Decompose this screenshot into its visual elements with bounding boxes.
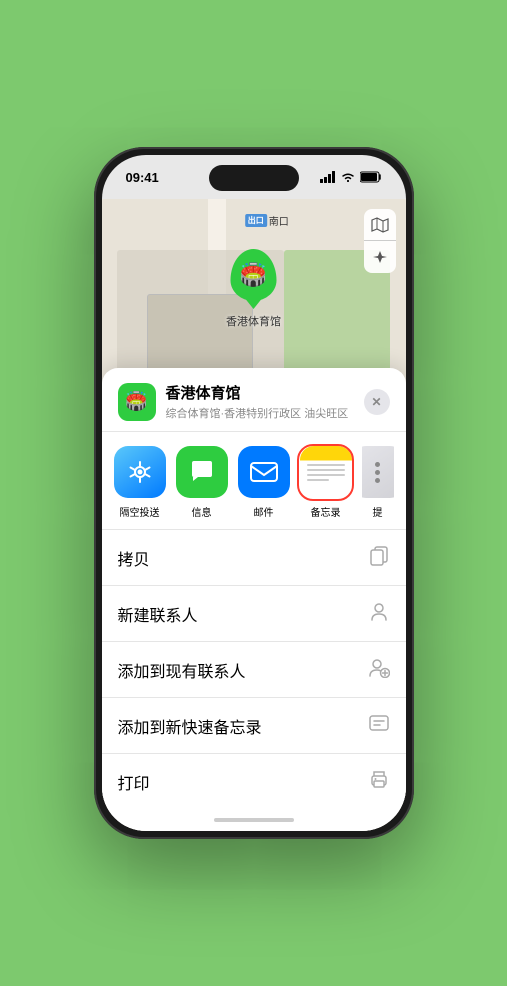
stadium-pin-icon: 🏟️ bbox=[240, 262, 267, 288]
share-messages[interactable]: 信息 bbox=[176, 446, 228, 519]
mail-icon bbox=[238, 446, 290, 498]
share-more[interactable]: 提 bbox=[362, 446, 394, 519]
action-add-existing[interactable]: 添加到现有联系人 bbox=[102, 642, 406, 698]
print-label: 打印 bbox=[118, 770, 150, 794]
venue-info: 香港体育馆 综合体育馆·香港特别行政区 油尖旺区 bbox=[166, 382, 364, 421]
battery-icon bbox=[360, 171, 382, 183]
home-bar bbox=[214, 818, 294, 822]
stadium-marker[interactable]: 🏟️ 香港体育馆 bbox=[226, 249, 281, 329]
action-add-note[interactable]: 添加到新快速备忘录 bbox=[102, 698, 406, 754]
add-note-svg bbox=[368, 712, 390, 734]
airdrop-icon bbox=[114, 446, 166, 498]
more-icon bbox=[362, 446, 394, 498]
copy-label: 拷贝 bbox=[118, 546, 150, 570]
notes-icon-wrap bbox=[300, 446, 352, 498]
map-type-button[interactable] bbox=[364, 209, 396, 241]
new-contact-label: 新建联系人 bbox=[118, 602, 198, 626]
status-icons bbox=[320, 171, 382, 183]
map-type-icon bbox=[371, 216, 389, 234]
messages-label: 信息 bbox=[192, 504, 212, 519]
action-new-contact[interactable]: 新建联系人 bbox=[102, 586, 406, 642]
map-location-label: 出口 南口 bbox=[245, 213, 289, 228]
mail-label: 邮件 bbox=[254, 504, 274, 519]
status-time: 09:41 bbox=[126, 170, 159, 185]
add-note-label: 添加到新快速备忘录 bbox=[118, 714, 262, 738]
mail-svg bbox=[249, 460, 279, 484]
phone-frame: 09:41 bbox=[94, 147, 414, 839]
venue-icon: 🏟️ bbox=[118, 383, 156, 421]
location-button[interactable] bbox=[364, 241, 396, 273]
add-existing-label: 添加到现有联系人 bbox=[118, 658, 246, 682]
bottom-sheet: 🏟️ 香港体育馆 综合体育馆·香港特别行政区 油尖旺区 ✕ bbox=[102, 368, 406, 831]
share-notes[interactable]: 备忘录 bbox=[300, 446, 352, 519]
airdrop-label: 隔空投送 bbox=[120, 504, 160, 519]
exit-label: 出口 bbox=[245, 214, 267, 227]
stadium-label: 香港体育馆 bbox=[226, 313, 281, 329]
share-actions-row: 隔空投送 信息 bbox=[102, 432, 406, 530]
map-area: 出口 南口 bbox=[102, 199, 406, 831]
venue-desc: 综合体育馆·香港特别行政区 油尖旺区 bbox=[166, 405, 364, 421]
add-existing-svg bbox=[368, 656, 390, 678]
stadium-pin: 🏟️ bbox=[231, 249, 277, 301]
phone-screen: 09:41 bbox=[102, 155, 406, 831]
print-icon bbox=[368, 768, 390, 795]
messages-icon bbox=[176, 446, 228, 498]
map-controls bbox=[364, 209, 396, 273]
add-note-icon bbox=[368, 712, 390, 739]
exit-name: 南口 bbox=[269, 213, 289, 228]
location-icon bbox=[372, 249, 388, 265]
dynamic-island bbox=[209, 165, 299, 191]
action-copy[interactable]: 拷贝 bbox=[102, 530, 406, 586]
close-button[interactable]: ✕ bbox=[364, 389, 390, 415]
home-indicator bbox=[102, 809, 406, 831]
venue-name: 香港体育馆 bbox=[166, 382, 364, 403]
share-mail[interactable]: 邮件 bbox=[238, 446, 290, 519]
more-label: 提 bbox=[373, 504, 383, 519]
messages-svg bbox=[188, 459, 216, 485]
airdrop-svg bbox=[127, 459, 153, 485]
share-airdrop[interactable]: 隔空投送 bbox=[114, 446, 166, 519]
copy-svg bbox=[368, 544, 390, 566]
print-svg bbox=[368, 768, 390, 790]
add-existing-icon bbox=[368, 656, 390, 683]
copy-icon bbox=[368, 544, 390, 571]
action-list: 拷贝 新建联系人 bbox=[102, 530, 406, 809]
venue-header: 🏟️ 香港体育馆 综合体育馆·香港特别行政区 油尖旺区 ✕ bbox=[102, 368, 406, 432]
notes-label: 备忘录 bbox=[311, 504, 341, 519]
new-contact-icon bbox=[368, 600, 390, 627]
new-contact-svg bbox=[368, 600, 390, 622]
wifi-icon bbox=[340, 171, 356, 183]
signal-icon bbox=[320, 171, 336, 183]
action-print[interactable]: 打印 bbox=[102, 754, 406, 809]
